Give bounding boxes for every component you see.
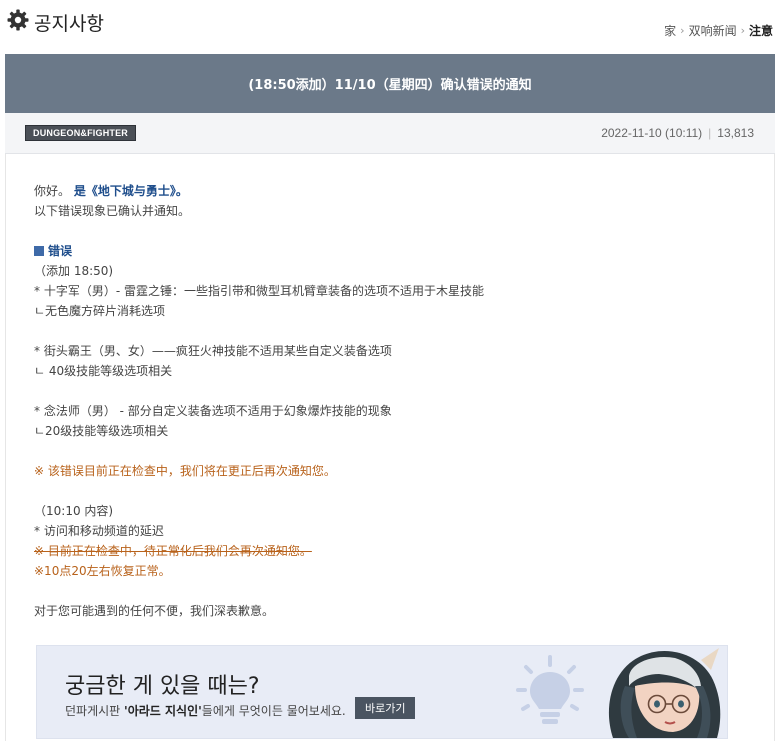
page-header: 공지사항 家 › 双响新闻 › 注意 — [0, 0, 781, 54]
section-title: 错误 — [48, 244, 73, 258]
breadcrumb-home[interactable]: 家 — [664, 22, 676, 39]
greeting-text: 你好。 — [34, 184, 71, 198]
added-time: （添加 18:50) — [34, 264, 114, 278]
article-title-banner: (18:50添加）11/10（星期四）确认错误的通知 — [5, 54, 775, 113]
recovery-notice: ※10点20左右恢复正常。 — [34, 564, 171, 578]
error-item-1: * 十字军（男）- 雷霆之锤：一些指引带和微型耳机臂章装备的选项不适用于木星技能 — [34, 284, 484, 298]
article-meta-bar: DUNGEON&FIGHTER 2022-11-10 (10:11) | 13,81… — [5, 113, 775, 154]
page-title: 공지사항 — [6, 8, 104, 37]
go-button[interactable]: 바로가기 — [355, 697, 416, 719]
error-item-2: * 街头霸王（男、女）——疯狂火神技能不适用某些自定义装备选项 — [34, 344, 392, 358]
gear-icon — [6, 8, 30, 37]
article-content: 你好。 是《地下城与勇士》。 以下错误现象已确认并通知。 错误 （添加 18:5… — [5, 154, 775, 741]
struck-notice: ※ 目前正在检查中，待正常化后我们会再次通知您。 — [34, 544, 312, 558]
error-item-4: * 访问和移动频道的延迟 — [34, 524, 164, 538]
error-item-2-detail: ㄴ 40级技能等级选项相关 — [34, 364, 173, 378]
intro-line: 以下错误现象已确认并通知。 — [34, 204, 191, 218]
error-item-3-detail: ㄴ20级技能等级选项相关 — [34, 424, 169, 438]
promo-headline: 궁금한 게 있을 때는? — [65, 674, 260, 699]
apology-line: 对于您可能遇到的任何不便，我们深表歉意。 — [34, 604, 275, 618]
knowledge-promo-banner[interactable]: 궁금한 게 있을 때는? 던파게시판 '아라드 지식인'들에게 무엇이든 물어보… — [36, 645, 728, 739]
greeting-line: 你好。 是《地下城与勇士》。 — [34, 181, 734, 201]
character-illustration — [585, 646, 727, 738]
error-item-1-detail: ㄴ无色魔方碎片消耗选项 — [34, 304, 166, 318]
article-info: 2022-11-10 (10:11) | 13,813 — [601, 126, 754, 140]
breadcrumb-news[interactable]: 双响新闻 — [689, 22, 737, 39]
category-badge: DUNGEON&FIGHTER — [25, 125, 136, 141]
breadcrumb: 家 › 双响新闻 › 注意 — [664, 22, 773, 39]
post-datetime: 2022-11-10 (10:11) — [601, 126, 703, 140]
promo-desc-bold: '아라드 지식인' — [124, 704, 202, 718]
promo-desc-prefix: 던파게시판 — [65, 704, 125, 718]
update-time: （10:10 内容) — [34, 504, 114, 518]
chevron-right-icon: › — [680, 24, 685, 37]
game-name: 是《地下城与勇士》。 — [73, 184, 188, 198]
lightbulb-icon — [515, 654, 585, 735]
promo-desc-suffix: 들에게 무엇이든 물어보세요. — [201, 704, 346, 718]
checking-notice: ※ 该错误目前正在检查中，我们将在更正后再次通知您。 — [34, 464, 336, 478]
section-heading: 错误 — [34, 241, 734, 261]
promo-description: 던파게시판 '아라드 지식인'들에게 무엇이든 물어보세요. — [65, 702, 346, 719]
divider: | — [708, 126, 712, 140]
article-body: 你好。 是《地下城与勇士》。 以下错误现象已确认并通知。 错误 （添加 18:5… — [34, 181, 734, 621]
article-title: (18:50添加）11/10（星期四）确认错误的通知 — [248, 78, 532, 93]
square-bullet-icon — [34, 246, 44, 256]
breadcrumb-current[interactable]: 注意 — [749, 22, 773, 39]
page-title-text: 공지사항 — [34, 13, 104, 35]
view-count: 13,813 — [717, 126, 754, 140]
chevron-right-icon: › — [740, 24, 745, 37]
error-item-3: * 念法师（男） - 部分自定义装备选项不适用于幻象爆炸技能的现象 — [34, 404, 392, 418]
